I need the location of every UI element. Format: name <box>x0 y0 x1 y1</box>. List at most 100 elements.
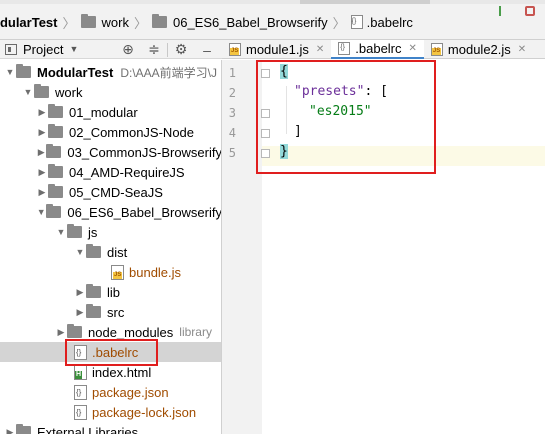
js-file-icon <box>111 264 124 280</box>
tree-item-src[interactable]: ▶ src <box>0 302 221 322</box>
tree-item-label: package.json <box>92 384 169 400</box>
html-file-icon <box>74 364 87 380</box>
json-file-icon <box>74 384 87 400</box>
title-strip <box>0 0 545 4</box>
tab-babelrc[interactable]: .babelrc ✕ <box>331 40 424 59</box>
js-file-icon <box>229 43 241 56</box>
tree-item-label: 01_modular <box>69 104 138 120</box>
json-file-icon <box>338 42 351 55</box>
tree-item-bundle-js[interactable]: bundle.js <box>0 262 221 282</box>
locate-icon[interactable]: ⊕ <box>115 41 141 58</box>
tree-item-js[interactable]: ▼ js <box>0 222 221 242</box>
tree-item-dist[interactable]: ▼ dist <box>0 242 221 262</box>
chevron-down-icon[interactable]: ▼ <box>69 44 78 54</box>
chevron-right-icon: 〉 <box>133 15 147 31</box>
folder-icon <box>151 14 167 28</box>
close-icon[interactable]: ✕ <box>518 44 526 55</box>
folder-icon <box>46 144 62 158</box>
tree-item-label: 02_CommonJS-Node <box>69 124 195 140</box>
tree-item-04[interactable]: ▶ 04_AMD-RequireJS <box>0 162 221 182</box>
breadcrumb-root[interactable]: odularTest <box>0 15 58 30</box>
tree-item-label: work <box>55 84 83 100</box>
tree-item-02[interactable]: ▶ 02_CommonJS-Node <box>0 122 221 142</box>
folder-icon <box>86 284 101 298</box>
tree-item-external-libraries[interactable]: ▶ External Libraries <box>0 422 221 434</box>
hide-icon[interactable]: – <box>194 42 220 58</box>
tree-item-label: 03_CommonJS-Browserify <box>67 144 222 160</box>
library-icon <box>16 424 31 434</box>
editor-tabs: module1.js ✕ .babelrc ✕ module2.js ✕ <box>222 40 545 59</box>
line-number: 4 <box>228 126 236 140</box>
tab-label: module2.js <box>447 42 511 57</box>
breadcrumb-work-label: work <box>101 14 129 30</box>
tree-item-label: 06_ES6_Babel_Browserify <box>67 204 222 220</box>
chevron-right-icon[interactable]: ▶ <box>4 422 16 434</box>
close-icon[interactable]: ✕ <box>409 43 417 54</box>
chevron-right-icon[interactable]: ▶ <box>36 162 48 182</box>
project-path: D:\AAA前端学习\J <box>120 65 218 80</box>
chevron-right-icon[interactable]: ▶ <box>74 282 86 302</box>
project-icon <box>5 43 17 55</box>
tab-module1-js[interactable]: module1.js ✕ <box>222 40 331 59</box>
project-tree: ▼ ModularTest D:\AAA前端学习\J ▼ work ▶ 01_m… <box>0 60 222 434</box>
chevron-right-icon[interactable]: ▶ <box>36 122 48 142</box>
line-number: 3 <box>228 106 236 120</box>
chevron-down-icon[interactable]: ▼ <box>22 82 34 102</box>
chevron-right-icon[interactable]: ▶ <box>36 142 46 162</box>
breadcrumb-project-folder[interactable]: 06_ES6_Babel_Browserify <box>151 14 328 30</box>
window-title-remnant <box>300 0 430 4</box>
breadcrumb-file[interactable]: .babelrc <box>350 14 413 30</box>
project-panel-title[interactable]: Project <box>23 42 63 57</box>
folder-icon <box>80 14 96 28</box>
tree-item-label: bundle.js <box>129 264 182 280</box>
chevron-down-icon[interactable]: ▼ <box>36 202 46 222</box>
breadcrumb-root-label: odularTest <box>0 14 58 30</box>
run-icon[interactable] <box>499 6 511 16</box>
tree-item-root[interactable]: ▼ ModularTest D:\AAA前端学习\J <box>0 62 221 82</box>
gear-icon[interactable]: ⚙ <box>168 41 194 58</box>
folder-icon <box>48 164 63 178</box>
chevron-right-icon: 〉 <box>332 15 346 31</box>
folder-icon <box>48 124 63 138</box>
close-icon[interactable]: ✕ <box>316 44 324 55</box>
highlight-box-editor <box>256 60 436 174</box>
folder-icon <box>86 244 101 258</box>
tree-item-label: 04_AMD-RequireJS <box>69 164 185 180</box>
folder-icon <box>16 64 31 78</box>
breadcrumb-project-folder-label: 06_ES6_Babel_Browserify <box>172 14 328 30</box>
chevron-right-icon[interactable]: ▶ <box>36 182 48 202</box>
breadcrumb-file-label: .babelrc <box>366 14 413 30</box>
tree-item-label: src <box>107 304 125 320</box>
chevron-down-icon[interactable]: ▼ <box>74 242 86 262</box>
tree-item-label: ModularTest <box>37 64 114 80</box>
line-number: 1 <box>228 66 236 80</box>
tree-item-label: lib <box>107 284 121 300</box>
tree-item-package-lock-json[interactable]: package-lock.json <box>0 402 221 422</box>
tab-label: .babelrc <box>355 41 402 56</box>
folder-icon <box>48 104 63 118</box>
collapse-all-icon[interactable]: ≑ <box>141 41 167 58</box>
tree-item-work[interactable]: ▼ work <box>0 82 221 102</box>
tree-item-lib[interactable]: ▶ lib <box>0 282 221 302</box>
json-file-icon <box>350 15 363 29</box>
tree-item-05[interactable]: ▶ 05_CMD-SeaJS <box>0 182 221 202</box>
highlight-box-babelrc <box>65 339 158 366</box>
tree-item-01-modular[interactable]: ▶ 01_modular <box>0 102 221 122</box>
breadcrumb-work[interactable]: work <box>80 14 129 30</box>
tree-item-03[interactable]: ▶ 03_CommonJS-Browserify <box>0 142 222 162</box>
chevron-down-icon[interactable]: ▼ <box>55 222 67 242</box>
library-badge: library <box>179 325 212 339</box>
tree-item-06[interactable]: ▼ 06_ES6_Babel_Browserify <box>0 202 222 222</box>
tab-module2-js[interactable]: module2.js ✕ <box>424 40 533 59</box>
tree-item-package-json[interactable]: package.json <box>0 382 221 402</box>
chevron-right-icon[interactable]: ▶ <box>74 302 86 322</box>
line-number: 2 <box>228 86 236 100</box>
folder-icon <box>86 304 101 318</box>
tab-label: module1.js <box>246 42 309 57</box>
tree-item-label: package-lock.json <box>92 404 197 420</box>
tree-item-label: External Libraries <box>37 424 139 434</box>
chevron-right-icon[interactable]: ▶ <box>36 102 48 122</box>
chevron-down-icon[interactable]: ▼ <box>4 62 16 82</box>
tree-item-label: 05_CMD-SeaJS <box>69 184 163 200</box>
stop-icon[interactable] <box>525 6 535 16</box>
